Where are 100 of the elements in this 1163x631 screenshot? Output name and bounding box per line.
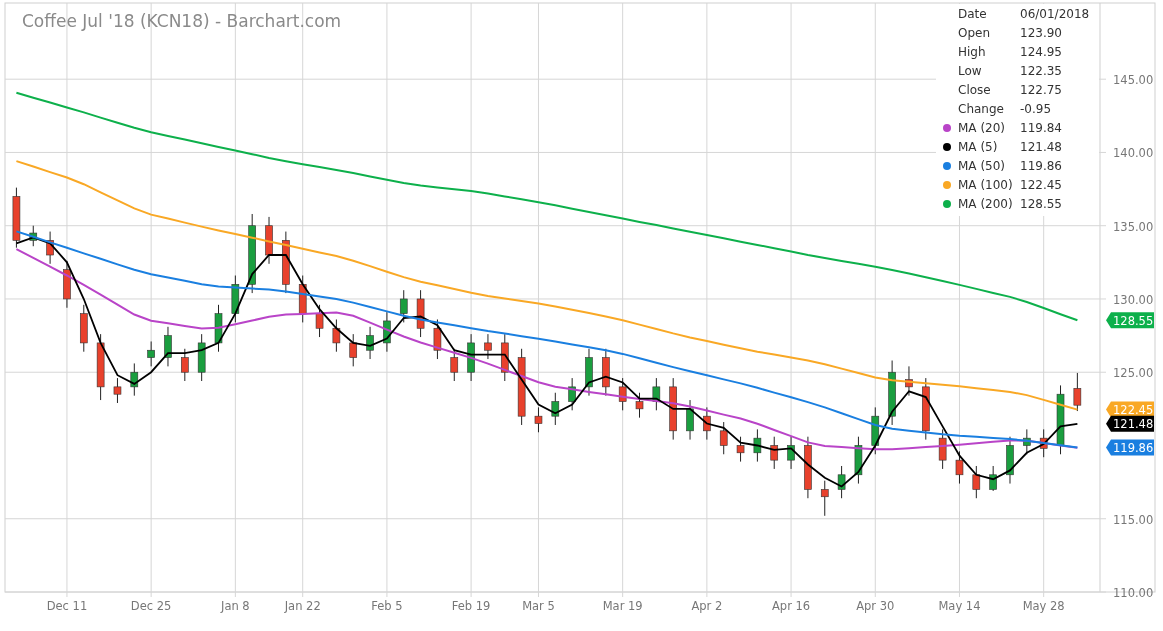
candlestick (972, 465, 981, 499)
candlestick (332, 319, 341, 353)
candlestick (551, 392, 560, 426)
candlestick (703, 406, 711, 441)
candlestick (12, 187, 21, 249)
legend-label: High (958, 44, 987, 59)
candlestick (349, 333, 358, 367)
candlestick (585, 348, 593, 397)
legend-value: 122.45 (1020, 177, 1062, 192)
candlestick (618, 377, 627, 411)
candlestick (837, 465, 846, 499)
candlestick (753, 428, 762, 463)
candlestick (888, 360, 896, 426)
candlestick (669, 377, 677, 441)
axis-label: Apr 30 (856, 599, 895, 613)
legend-value: 122.75 (1020, 82, 1062, 97)
candlestick (652, 377, 661, 411)
legend-value: 121.48 (1020, 139, 1062, 154)
candlestick (770, 436, 779, 470)
candlestick (787, 436, 795, 470)
candlestick (602, 348, 610, 397)
axis-label: 140.00 (1113, 146, 1154, 161)
candlestick (804, 436, 812, 499)
axis-label: Mar 19 (602, 599, 643, 613)
candlestick (29, 225, 38, 247)
candlestick (534, 406, 543, 433)
legend-label: MA (5) (958, 139, 999, 154)
candlestick (635, 392, 644, 419)
candlestick (298, 275, 307, 323)
candlestick (433, 319, 442, 360)
axis-label: Jan 22 (284, 599, 321, 613)
legend-label: MA (20) (958, 120, 1006, 135)
axis-label: 135.00 (1113, 219, 1154, 234)
candlestick (719, 421, 728, 455)
axis-label: May 28 (1022, 599, 1065, 613)
axis-label: Feb 5 (371, 599, 403, 613)
legend-value: 06/01/2018 (1020, 6, 1090, 21)
candlestick (399, 289, 408, 323)
candlestick (1039, 428, 1048, 458)
legend-value: 124.95 (1020, 44, 1062, 59)
legend-label: MA (100) (958, 177, 1014, 192)
axis-label: Mar 5 (522, 599, 555, 613)
candlestick (1023, 428, 1031, 455)
candlestick (484, 333, 492, 360)
candlestick (820, 480, 829, 517)
candlestick (871, 406, 880, 455)
legend-label: MA (50) (958, 158, 1006, 173)
candlestick (905, 365, 913, 397)
legend-label: Change (958, 101, 1005, 116)
axis-label: Dec 25 (130, 599, 172, 613)
chart-title: Coffee Jul '18 (KCN18) - Barchart.com (22, 11, 342, 31)
candlestick (147, 340, 155, 367)
axis-label: Apr 16 (772, 599, 811, 613)
axis-label: Apr 2 (691, 599, 723, 613)
candlestick (315, 304, 324, 338)
axis-label: 125.00 (1113, 366, 1154, 381)
candlestick (1073, 372, 1082, 412)
legend-label: MA (200) (958, 196, 1014, 211)
axis-label: 110.00 (1113, 586, 1154, 600)
axis-label: Dec 11 (46, 599, 88, 613)
candlestick (164, 326, 172, 367)
candlestick (922, 377, 930, 441)
candlestick (366, 326, 374, 360)
candlestick (80, 304, 88, 353)
legend-value: 119.84 (1020, 120, 1062, 135)
legend-label: Open (958, 25, 992, 40)
candlestick (416, 289, 425, 338)
candlestick (96, 333, 105, 401)
legend-label: Close (958, 82, 992, 97)
candlestick (568, 377, 576, 411)
candlestick (231, 275, 240, 323)
candlestick (450, 348, 459, 382)
legend-value: 119.86 (1020, 158, 1062, 173)
price-tag: 128.55 (1106, 312, 1154, 329)
axis-label: Feb 19 (451, 599, 491, 613)
candlestick (130, 362, 139, 397)
legend-label: Date (958, 6, 988, 21)
candlestick (989, 465, 997, 492)
candlestick (181, 348, 189, 382)
candlestick (938, 428, 947, 470)
candlestick (282, 231, 290, 294)
axis-label: 115.00 (1113, 512, 1154, 527)
legend-value: 122.35 (1020, 63, 1062, 78)
candlestick (63, 260, 71, 309)
candlestick (736, 436, 745, 463)
candlestick (197, 333, 206, 382)
candlestick (854, 436, 863, 485)
legend-value: 123.90 (1020, 25, 1062, 40)
candlestick (214, 304, 223, 353)
candlestick (467, 333, 475, 382)
candlestick (265, 216, 273, 265)
axis-label: 145.00 (1113, 73, 1154, 88)
candlestick (46, 231, 54, 265)
candlestick (1056, 384, 1065, 455)
candlestick (501, 333, 509, 382)
axis-label: 130.00 (1113, 292, 1154, 307)
candlestick (1006, 436, 1014, 485)
axis-label: May 14 (938, 599, 981, 613)
legend-value: -0.95 (1020, 101, 1052, 116)
axis-label: Jan 8 (221, 599, 250, 613)
